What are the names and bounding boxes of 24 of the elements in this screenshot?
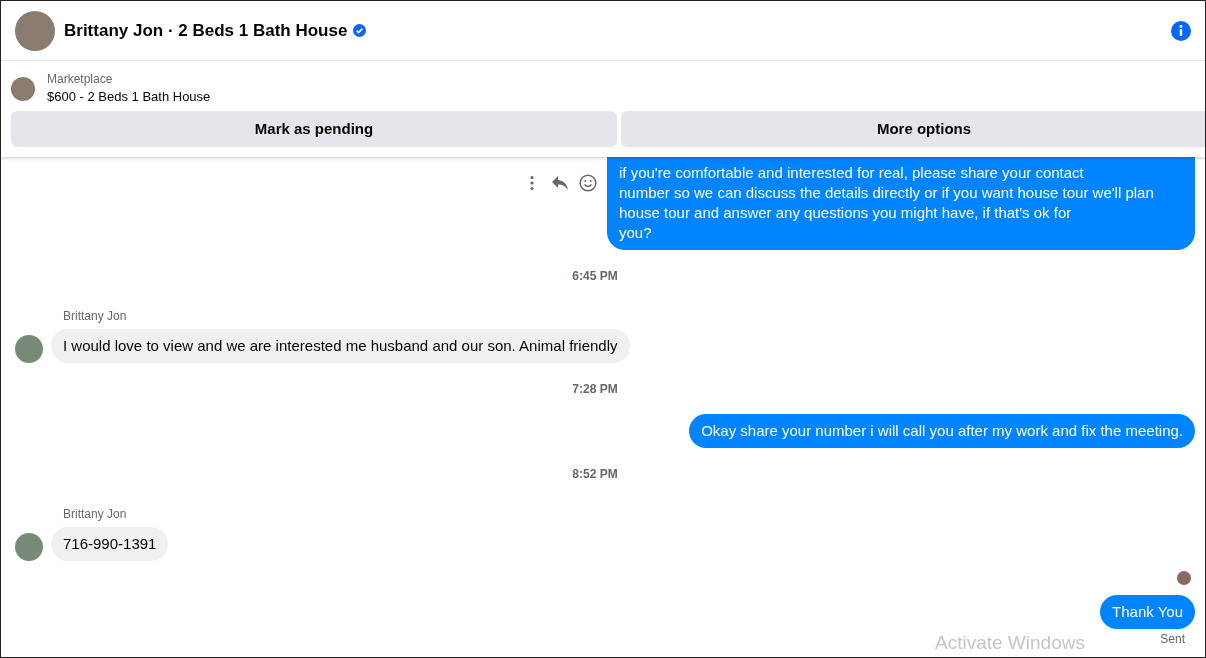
timestamp: 8:52 PM [572, 466, 618, 483]
sent-message-bubble: Thank You [1100, 595, 1195, 629]
avatar [15, 335, 43, 363]
reply-icon[interactable] [551, 174, 569, 191]
sender-name: Brittany Jon [63, 506, 128, 523]
action-button[interactable]: More options [621, 111, 1205, 147]
listing-title: $600 - 2 Beds 1 Bath House [47, 88, 211, 106]
listing-source: Marketplace [47, 71, 114, 87]
conversation-title: Brittany Jon · 2 Beds 1 Bath House [64, 19, 348, 42]
received-message-bubble: I would love to view and we are interested me husband and our son. Animal friendly [51, 329, 630, 363]
timestamp: 6:45 PM [572, 268, 618, 285]
listing-photo [15, 10, 55, 51]
sender-name: Brittany Jon [63, 308, 128, 325]
received-message-bubble: 716-990-1391 [51, 527, 169, 561]
emoji-icon[interactable] [579, 173, 597, 192]
sent-message-bubble: Okay share your number i will call you after my work and fix the meeting. [689, 414, 1195, 448]
action-button[interactable]: Mark as pending [11, 111, 617, 147]
timestamp: 7:28 PM [572, 381, 618, 398]
activate-windows-notice: Activate Windows [935, 631, 1085, 655]
avatar [15, 533, 43, 561]
seen-avatar [1177, 571, 1191, 585]
message-status: Sent [1160, 631, 1185, 648]
info-icon[interactable] [1171, 20, 1191, 41]
listing-thumbnail [11, 77, 35, 101]
